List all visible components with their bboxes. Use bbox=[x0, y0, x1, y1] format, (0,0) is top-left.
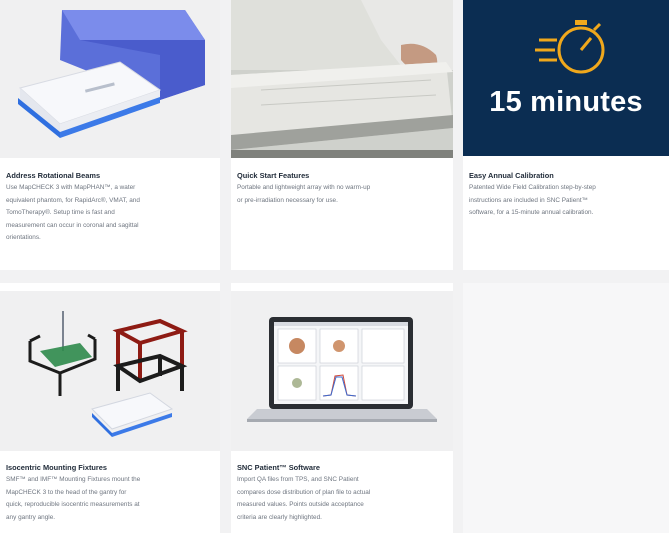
card-title: Easy Annual Calibration bbox=[469, 171, 554, 180]
desc-line: SMF™ and IMF™ Mounting Fixtures mount th… bbox=[6, 476, 141, 483]
empty-card-slot bbox=[463, 283, 669, 533]
card-description: Use MapCHECK 3 with MapPHAN™, a water eq… bbox=[6, 182, 214, 245]
desc-line: Portable and lightweight array with no w… bbox=[237, 184, 371, 191]
card-title: Isocentric Mounting Fixtures bbox=[6, 463, 108, 472]
desc-line: Use MapCHECK 3 with MapPHAN™, a water bbox=[6, 184, 136, 191]
mounting-fixtures-image bbox=[0, 291, 220, 451]
card-description: Portable and lightweight array with no w… bbox=[237, 182, 447, 207]
laptop-software-image bbox=[231, 291, 453, 451]
desc-line: orientations. bbox=[6, 234, 41, 242]
feature-card-mounting-fixtures: Isocentric Mounting Fixtures SMF™ and IM… bbox=[0, 283, 220, 533]
desc-line: equivalent phantom, for RapidArc®, VMAT,… bbox=[6, 196, 140, 204]
mapcheck-device-image bbox=[0, 0, 220, 158]
feature-card-snc-patient-software: SNC Patient™ Software Import QA files fr… bbox=[231, 283, 453, 533]
desc-line: or pre-irradiation necessary for use. bbox=[237, 196, 338, 204]
feature-card-quick-start: Quick Start Features Portable and lightw… bbox=[231, 0, 453, 270]
desc-line: software, for a 15-minute annual calibra… bbox=[469, 209, 594, 217]
calibration-time-text: 15 minutes bbox=[489, 86, 643, 118]
device-photo-image bbox=[231, 0, 453, 158]
desc-line: Import QA files from TPS, and SNC Patien… bbox=[237, 476, 359, 483]
desc-line: MapCHECK 3 to the head of the gantry for bbox=[6, 488, 127, 496]
desc-line: compares dose distribution of plan file … bbox=[237, 488, 371, 496]
desc-line: quick, reproducible isocentric measureme… bbox=[6, 501, 140, 509]
desc-line: TomoTherapy®. Setup time is fast and bbox=[6, 209, 115, 217]
desc-line: criteria are clearly highlighted. bbox=[237, 513, 322, 521]
desc-line: measured values. Points outside acceptan… bbox=[237, 501, 364, 509]
desc-line: measurement can occur in coronal and sag… bbox=[6, 221, 139, 229]
desc-line: any gantry angle. bbox=[6, 513, 56, 521]
stopwatch-icon bbox=[535, 20, 605, 74]
feature-card-rotational-beams: Address Rotational Beams Use MapCHECK 3 … bbox=[0, 0, 220, 270]
desc-line: instructions are included in SNC Patient… bbox=[469, 196, 588, 204]
desc-line: Patented Wide Field Calibration step-by-… bbox=[469, 184, 596, 191]
card-title: SNC Patient™ Software bbox=[237, 463, 320, 472]
card-description: Import QA files from TPS, and SNC Patien… bbox=[237, 474, 447, 524]
calibration-image: 15 minutes bbox=[463, 0, 669, 156]
card-title: Address Rotational Beams bbox=[6, 171, 101, 180]
feature-card-annual-calibration: 15 minutes Easy Annual Calibration Paten… bbox=[463, 0, 669, 270]
card-description: Patented Wide Field Calibration step-by-… bbox=[469, 182, 663, 220]
card-description: SMF™ and IMF™ Mounting Fixtures mount th… bbox=[6, 474, 214, 524]
card-title: Quick Start Features bbox=[237, 171, 310, 180]
